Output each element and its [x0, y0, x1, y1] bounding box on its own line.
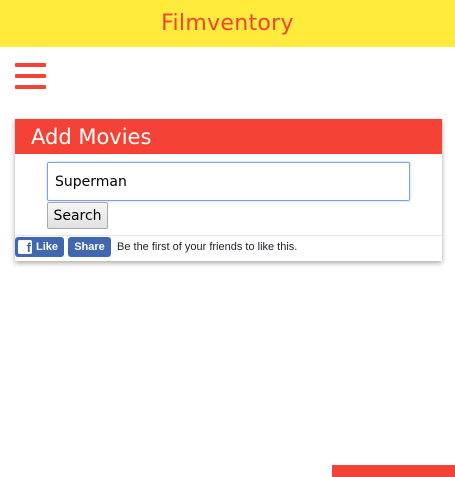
facebook-like-button[interactable]: f Like: [15, 237, 64, 257]
facebook-share-label: Share: [74, 241, 105, 253]
footer-accent-bar: [332, 465, 455, 477]
card-title: Add Movies: [31, 124, 152, 149]
menu-bar-top: [15, 63, 46, 67]
divider: [15, 235, 442, 236]
search-button[interactable]: Search: [47, 202, 108, 229]
add-movies-card: Add Movies Search f Like Share Be the fi…: [15, 119, 442, 261]
facebook-social-plugin: f Like Share Be the first of your friend…: [15, 237, 297, 257]
hamburger-menu-icon[interactable]: [15, 63, 46, 89]
menu-bar-middle: [15, 74, 46, 78]
app-root: Filmventory Add Movies Search f Like Sha…: [0, 0, 455, 477]
movie-search-input[interactable]: [47, 162, 410, 201]
facebook-f-icon: f: [18, 240, 32, 254]
facebook-social-text: Be the first of your friends to like thi…: [117, 241, 298, 253]
card-header: Add Movies: [15, 119, 442, 154]
app-header: Filmventory: [0, 0, 455, 47]
facebook-like-label: Like: [36, 241, 59, 253]
facebook-share-button[interactable]: Share: [68, 237, 111, 257]
menu-bar-bottom: [15, 85, 46, 89]
app-title: Filmventory: [161, 11, 294, 36]
